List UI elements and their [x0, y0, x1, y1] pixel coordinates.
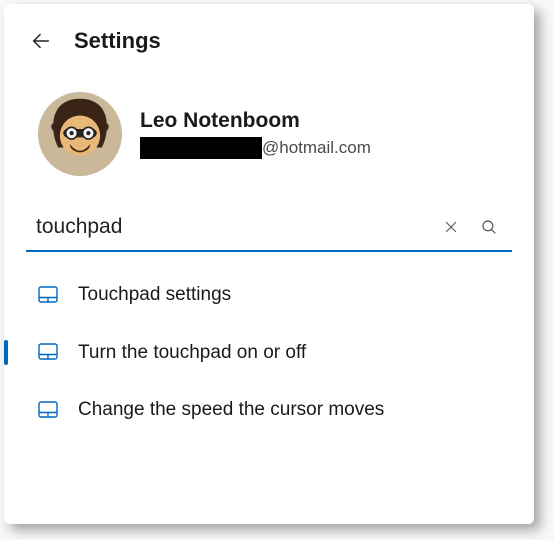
user-name: Leo Notenboom — [140, 109, 371, 133]
close-icon — [443, 219, 459, 235]
back-button[interactable] — [30, 30, 52, 52]
avatar-image — [38, 92, 122, 176]
search-input[interactable] — [36, 211, 430, 243]
fade-edge — [4, 498, 534, 524]
result-touchpad-toggle[interactable]: Turn the touchpad on or off — [26, 324, 512, 382]
result-label: Change the speed the cursor moves — [78, 397, 384, 423]
user-info: Leo Notenboom @hotmail.com — [140, 109, 371, 159]
user-email: @hotmail.com — [140, 137, 371, 159]
result-touchpad-settings[interactable]: Touchpad settings — [26, 266, 512, 324]
clear-search-button[interactable] — [434, 210, 468, 244]
email-domain: @hotmail.com — [262, 138, 371, 158]
header: Settings — [4, 22, 534, 64]
search-button[interactable] — [472, 210, 506, 244]
avatar[interactable] — [38, 92, 122, 176]
touchpad-icon — [36, 340, 60, 364]
result-cursor-speed[interactable]: Change the speed the cursor moves — [26, 381, 512, 439]
search-box[interactable] — [26, 204, 512, 252]
result-label: Touchpad settings — [78, 282, 231, 308]
search-container — [4, 204, 534, 252]
result-label: Turn the touchpad on or off — [78, 340, 306, 366]
profile-section: Leo Notenboom @hotmail.com — [4, 64, 534, 204]
touchpad-icon — [36, 398, 60, 422]
arrow-left-icon — [30, 30, 52, 52]
settings-window: Settings Leo Notenboom @hotmail.com — [4, 4, 534, 524]
search-icon — [480, 218, 498, 236]
redacted-email-localpart — [140, 137, 262, 159]
page-title: Settings — [74, 28, 161, 54]
touchpad-icon — [36, 283, 60, 307]
search-results: Touchpad settings Turn the touchpad on o… — [4, 252, 534, 439]
